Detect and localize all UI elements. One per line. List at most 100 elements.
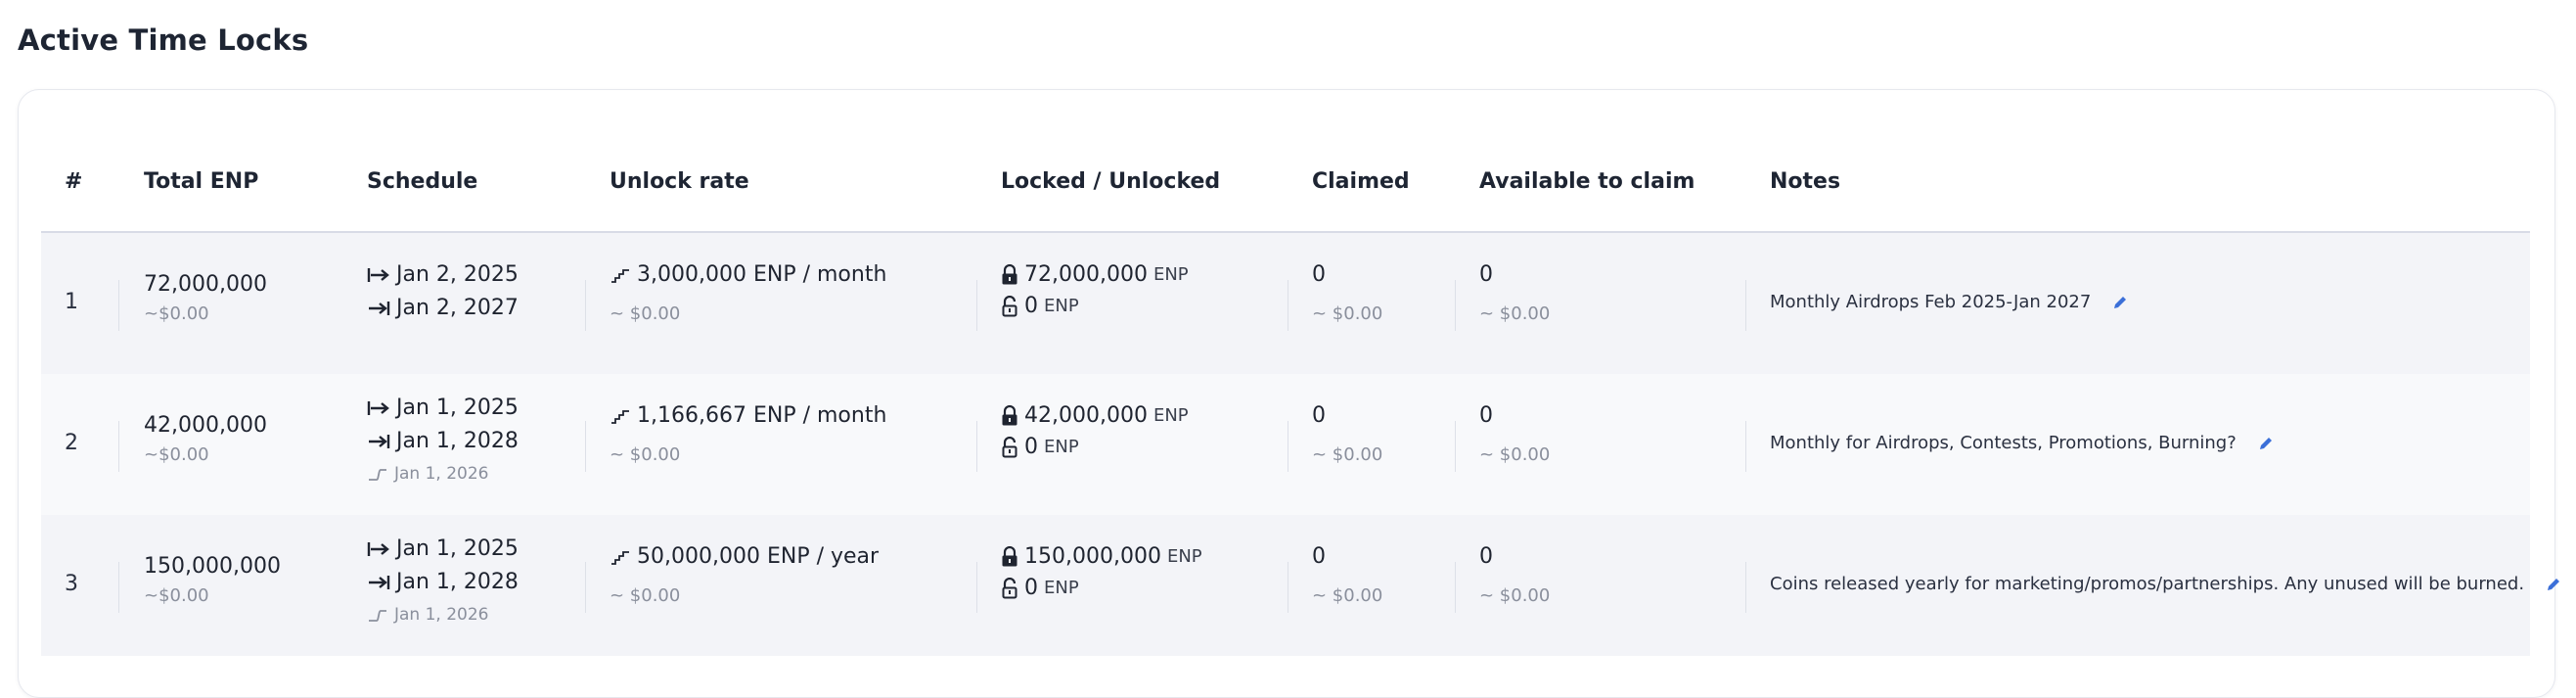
lock-closed-icon — [1002, 263, 1017, 284]
locked-unit: ENP — [1152, 405, 1189, 426]
page-title: Active Time Locks — [18, 23, 309, 57]
unlocked-unit: ENP — [1044, 296, 1079, 316]
unlocked-value: 0 — [1024, 294, 1038, 318]
schedule-cliff-date: Jan 1, 2026 — [394, 605, 489, 625]
row-index: 3 — [65, 572, 78, 596]
unlocked-value: 0 — [1024, 435, 1038, 459]
schedule-cliff-date: Jan 1, 2026 — [394, 464, 489, 484]
lock-closed-icon — [1002, 545, 1017, 566]
locked-amount: 72,000,000 ENP — [1001, 262, 1189, 287]
total-enp: 72,000,000 — [144, 272, 267, 297]
schedule-cliff: Jan 1, 2026 — [367, 464, 489, 484]
table-row: 1 72,000,000 ~$0.00 Jan 2, 2025 Jan 2, 2… — [41, 233, 2530, 374]
cliff-step-icon — [369, 469, 386, 481]
column-divider — [1745, 421, 1746, 472]
col-header-notes: Notes — [1770, 169, 1841, 194]
time-locks-table: # Total ENP Schedule Unlock rate Locked … — [41, 147, 2560, 656]
pencil-icon[interactable] — [2112, 295, 2128, 310]
arrow-to-bar-icon — [369, 434, 390, 448]
unlock-rate: 1,166,667 ENP / month — [610, 403, 886, 428]
schedule-end-date: Jan 2, 2027 — [396, 296, 519, 320]
locked-value: 72,000,000 — [1024, 262, 1148, 287]
available-usd: ~ $0.00 — [1479, 444, 1551, 465]
notes-text: Monthly Airdrops Feb 2025-Jan 2027 — [1770, 292, 2092, 312]
col-header-claimed: Claimed — [1312, 169, 1410, 194]
unlocked-amount: 0 ENP — [1001, 435, 1079, 459]
column-divider — [1455, 562, 1456, 613]
schedule-end: Jan 1, 2028 — [367, 429, 519, 453]
unlocked-amount: 0 ENP — [1001, 576, 1079, 600]
available-usd: ~ $0.00 — [1479, 303, 1551, 324]
col-header-available: Available to claim — [1479, 169, 1695, 194]
unlocked-amount: 0 ENP — [1001, 294, 1079, 318]
locked-amount: 150,000,000 ENP — [1001, 544, 1202, 569]
schedule-end: Jan 2, 2027 — [367, 296, 519, 320]
staircase-icon — [611, 550, 629, 565]
column-divider — [585, 280, 586, 331]
notes-cell: Monthly Airdrops Feb 2025-Jan 2027 — [1770, 292, 2128, 312]
col-header-index: # — [65, 169, 83, 194]
lock-open-icon — [1002, 577, 1017, 598]
locked-amount: 42,000,000 ENP — [1001, 403, 1189, 428]
col-header-schedule: Schedule — [367, 169, 478, 194]
col-header-unlock-rate: Unlock rate — [610, 169, 749, 194]
available-value: 0 — [1479, 544, 1493, 569]
unlock-rate: 3,000,000 ENP / month — [610, 262, 886, 287]
notes-cell: Coins released yearly for marketing/prom… — [1770, 574, 2561, 594]
locked-unit: ENP — [1166, 546, 1202, 567]
claimed-usd: ~ $0.00 — [1312, 585, 1383, 606]
schedule-end-date: Jan 1, 2028 — [396, 429, 519, 453]
column-divider — [976, 421, 977, 472]
column-divider — [585, 562, 586, 613]
notes-text: Coins released yearly for marketing/prom… — [1770, 574, 2525, 594]
schedule-start-date: Jan 1, 2025 — [396, 536, 519, 561]
table-row: 3 150,000,000 ~$0.00 Jan 1, 2025 Jan 1, … — [41, 515, 2560, 656]
column-divider — [585, 421, 586, 472]
col-header-locked-unlocked: Locked / Unlocked — [1001, 169, 1221, 194]
unlocked-unit: ENP — [1044, 437, 1079, 457]
claimed-value: 0 — [1312, 544, 1326, 569]
schedule-end: Jan 1, 2028 — [367, 570, 519, 594]
schedule-end-date: Jan 1, 2028 — [396, 570, 519, 594]
col-header-total: Total ENP — [144, 169, 259, 194]
column-divider — [118, 280, 119, 331]
table-row: 2 42,000,000 ~$0.00 Jan 1, 2025 Jan 1, 2… — [41, 374, 2530, 515]
claimed-usd: ~ $0.00 — [1312, 303, 1383, 324]
total-usd: ~$0.00 — [144, 585, 209, 606]
available-usd: ~ $0.00 — [1479, 585, 1551, 606]
schedule-start: Jan 1, 2025 — [367, 396, 519, 420]
total-enp: 42,000,000 — [144, 413, 267, 438]
schedule-start-date: Jan 1, 2025 — [396, 396, 519, 420]
schedule-start-date: Jan 2, 2025 — [396, 262, 519, 287]
column-divider — [1455, 280, 1456, 331]
unlocked-value: 0 — [1024, 576, 1038, 600]
schedule-start: Jan 1, 2025 — [367, 536, 519, 561]
available-value: 0 — [1479, 403, 1493, 428]
total-usd: ~$0.00 — [144, 303, 209, 324]
unlock-rate-value: 1,166,667 ENP / month — [637, 403, 887, 428]
staircase-icon — [611, 268, 629, 283]
arrow-from-bar-icon — [367, 541, 389, 556]
column-divider — [118, 562, 119, 613]
column-divider — [976, 562, 977, 613]
schedule-start: Jan 2, 2025 — [367, 262, 519, 287]
unlock-rate-usd: ~ $0.00 — [610, 585, 681, 606]
row-index: 2 — [65, 431, 78, 455]
unlock-rate-usd: ~ $0.00 — [610, 444, 681, 465]
pencil-icon[interactable] — [2546, 577, 2561, 592]
staircase-icon — [611, 409, 629, 424]
pencil-icon[interactable] — [2258, 436, 2274, 451]
arrow-from-bar-icon — [367, 267, 389, 282]
unlock-rate-value: 3,000,000 ENP / month — [637, 262, 887, 287]
cliff-step-icon — [369, 610, 386, 622]
table-header: # Total ENP Schedule Unlock rate Locked … — [41, 147, 2530, 233]
locked-unit: ENP — [1152, 264, 1189, 285]
claimed-usd: ~ $0.00 — [1312, 444, 1383, 465]
available-value: 0 — [1479, 262, 1493, 287]
lock-open-icon — [1002, 295, 1017, 316]
locked-value: 150,000,000 — [1024, 544, 1161, 569]
column-divider — [976, 280, 977, 331]
column-divider — [1455, 421, 1456, 472]
schedule-cliff: Jan 1, 2026 — [367, 605, 489, 625]
arrow-to-bar-icon — [369, 301, 390, 315]
